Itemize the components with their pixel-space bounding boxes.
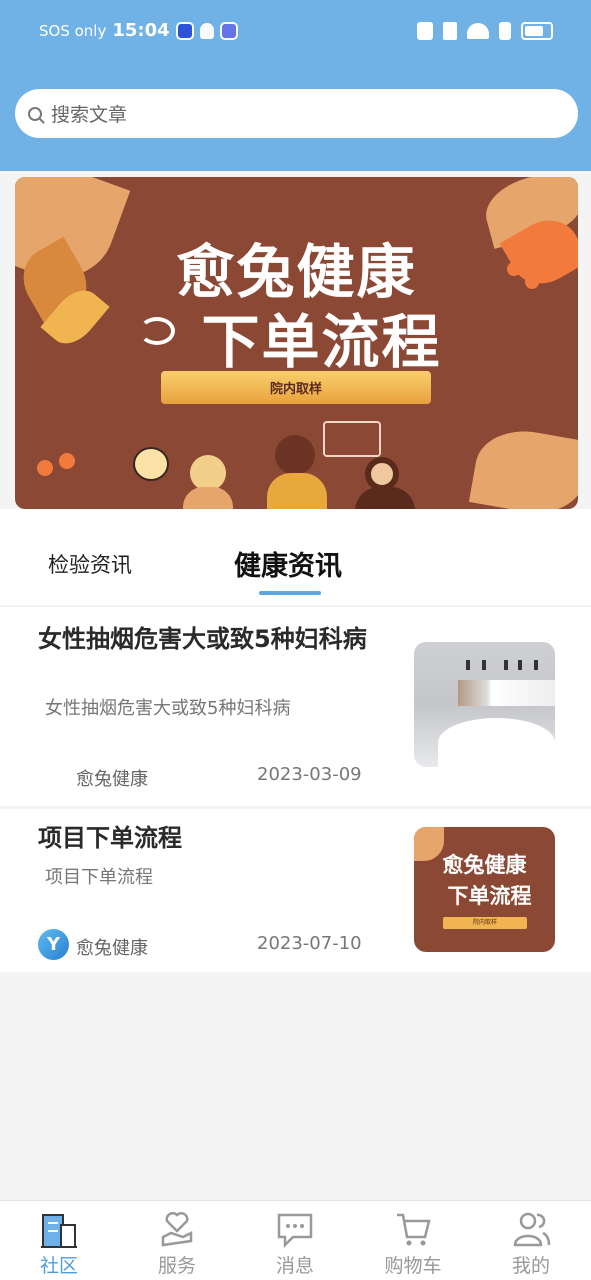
nav-label: 社区 xyxy=(39,1255,78,1277)
banner-button[interactable]: 院内取样 xyxy=(161,371,431,404)
nav-community[interactable]: 社区 xyxy=(0,1201,118,1280)
chat-icon xyxy=(277,1213,313,1249)
article-author: 愈兔健康 xyxy=(76,769,148,790)
cart-icon xyxy=(397,1213,431,1246)
article-date: 2023-07-10 xyxy=(257,933,362,954)
article-thumbnail: 愈兔健康 下单流程 院内取样 xyxy=(414,827,555,952)
berry-decoration xyxy=(37,460,53,476)
nav-label: 我的 xyxy=(511,1255,550,1277)
active-tab-indicator xyxy=(259,591,321,595)
nav-label: 购物车 xyxy=(384,1255,442,1277)
thumb-title-line1: 愈兔健康 xyxy=(442,853,527,877)
person-illustration xyxy=(267,473,327,509)
clock-text: 15:04 xyxy=(112,20,170,41)
speech-bubble xyxy=(323,421,381,457)
thumb-title-line2: 下单流程 xyxy=(447,884,532,908)
bell-icon xyxy=(199,22,214,39)
smoke-image xyxy=(438,718,555,767)
battery-icon xyxy=(521,22,553,40)
alert-icon xyxy=(499,22,511,40)
article-summary: 女性抽烟危害大或致5种妇科病 xyxy=(45,698,291,719)
person-illustration xyxy=(355,487,415,509)
nfc-icon xyxy=(417,22,433,40)
article-card[interactable]: 女性抽烟危害大或致5种妇科病 女性抽烟危害大或致5种妇科病 愈兔健康 2023-… xyxy=(0,607,591,806)
bottom-nav: 社区 服务 消息 购物车 我的 xyxy=(0,1200,591,1280)
status-bar: SOS only 15:04 xyxy=(0,0,591,66)
search-icon xyxy=(28,106,42,121)
nav-cart[interactable]: 购物车 xyxy=(354,1201,472,1280)
heart-monitor-icon xyxy=(133,447,169,481)
nav-service[interactable]: 服务 xyxy=(118,1201,236,1280)
heart-hand-icon xyxy=(161,1212,193,1247)
building-icon xyxy=(41,1214,77,1248)
search-placeholder: 搜索文章 xyxy=(51,104,128,126)
article-title: 项目下单流程 xyxy=(38,824,182,852)
vibrate-icon xyxy=(443,22,457,40)
news-tabs: 检验资讯 健康资讯 xyxy=(0,509,591,605)
article-date: 2023-03-09 xyxy=(257,764,362,785)
author-avatar: Y xyxy=(38,929,69,960)
article-card[interactable]: 项目下单流程 项目下单流程 Y 愈兔健康 2023-07-10 愈兔健康 下单流… xyxy=(0,809,591,972)
tab-health-news[interactable]: 健康资讯 xyxy=(234,544,342,583)
tab-inspection-news[interactable]: 检验资讯 xyxy=(48,549,132,579)
search-input[interactable]: 搜索文章 xyxy=(15,89,578,138)
app-header: SOS only 15:04 搜索文章 xyxy=(0,0,591,171)
thumb-button: 院内取样 xyxy=(443,917,527,929)
person-illustration xyxy=(275,435,315,475)
nav-label: 服务 xyxy=(157,1255,196,1277)
shield-icon xyxy=(175,21,194,40)
wifi-icon xyxy=(467,23,489,39)
cigarette-image xyxy=(458,680,555,706)
article-title: 女性抽烟危害大或致5种妇科病 xyxy=(38,625,367,653)
promo-banner[interactable]: 愈兔健康 下单流程 院内取样 xyxy=(15,177,578,509)
app-notification-icon xyxy=(219,21,238,40)
article-summary: 项目下单流程 xyxy=(45,867,153,888)
nav-label: 消息 xyxy=(275,1255,314,1277)
banner-title-line2: 下单流程 xyxy=(201,308,442,376)
user-icon xyxy=(513,1212,551,1247)
nav-profile[interactable]: 我的 xyxy=(472,1201,590,1280)
person-illustration xyxy=(183,487,233,509)
person-illustration xyxy=(365,457,399,491)
article-author: 愈兔健康 xyxy=(76,938,148,959)
carrier-text: SOS only xyxy=(39,21,107,40)
nav-messages[interactable]: 消息 xyxy=(236,1201,354,1280)
berry-decoration xyxy=(59,453,75,469)
person-illustration xyxy=(190,455,226,491)
leaf-decoration xyxy=(468,423,578,509)
article-thumbnail xyxy=(414,642,555,767)
